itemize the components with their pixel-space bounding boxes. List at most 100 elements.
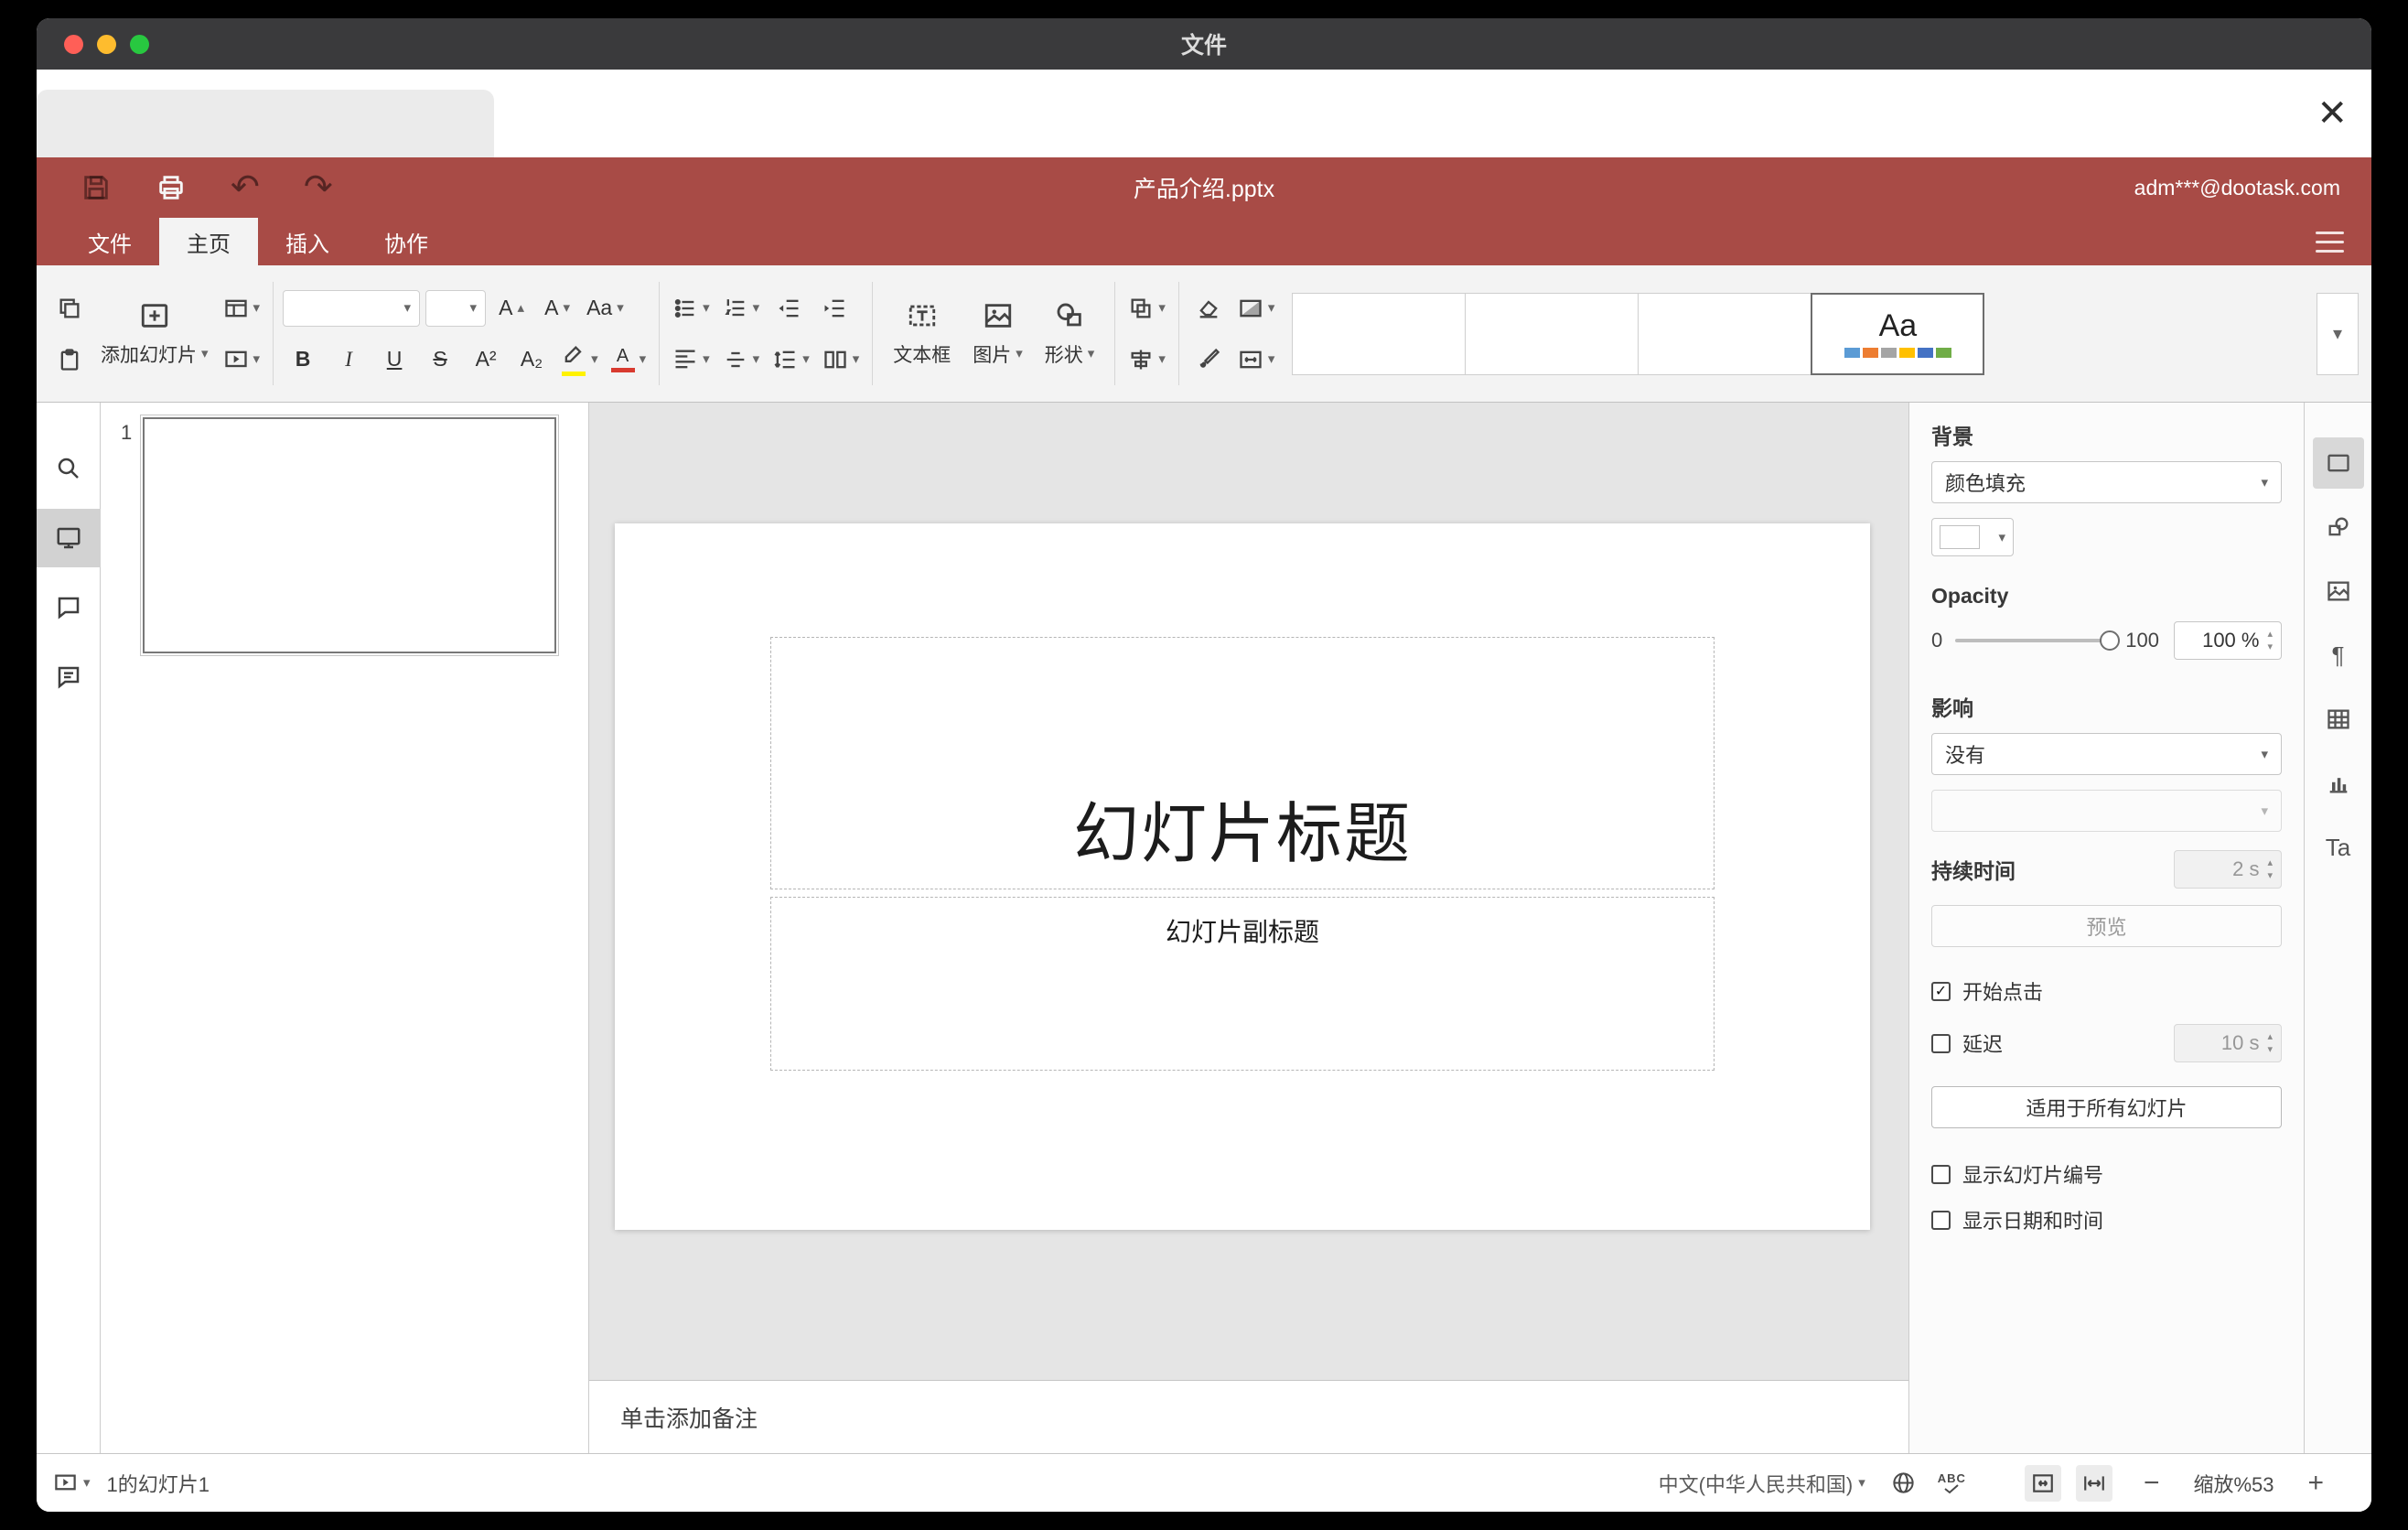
- start-on-click-checkbox[interactable]: ✓: [1931, 981, 1951, 1001]
- slide-settings-tab[interactable]: [2312, 437, 2364, 489]
- add-slide-label: 添加幻灯片: [101, 344, 197, 366]
- opacity-label: Opacity: [1931, 584, 2009, 608]
- bold-button[interactable]: B: [283, 339, 323, 381]
- increase-font-button[interactable]: A ▴: [491, 287, 532, 329]
- fit-to-slide-button[interactable]: [2024, 1464, 2061, 1502]
- slide-settings-button[interactable]: ▾: [1234, 287, 1279, 329]
- fill-type-select[interactable]: 颜色填充 ▾: [1931, 461, 2282, 503]
- fit-to-width-button[interactable]: [2075, 1464, 2112, 1502]
- chevron-down-icon: ▾: [253, 351, 261, 367]
- arrange-shape-button[interactable]: ▾: [1124, 287, 1169, 329]
- notes-area[interactable]: 单击添加备注: [589, 1380, 1908, 1453]
- strikethrough-button[interactable]: S: [420, 339, 460, 381]
- hamburger-menu-icon[interactable]: [2316, 231, 2344, 253]
- slides-panel-button[interactable]: [37, 509, 101, 567]
- close-traffic-button[interactable]: [64, 34, 83, 54]
- chevron-down-icon: ▾: [201, 346, 209, 361]
- delay-spinner[interactable]: 10 s ▴ ▾: [2174, 1024, 2282, 1062]
- superscript-button[interactable]: A²: [466, 339, 506, 381]
- decrease-font-button[interactable]: A ▾: [537, 287, 577, 329]
- highlight-color-button[interactable]: ▾: [557, 339, 602, 381]
- transition-select[interactable]: 没有 ▾: [1931, 733, 2282, 775]
- start-slideshow-button[interactable]: ▾: [220, 339, 264, 381]
- spinner-up-icon[interactable]: ▴: [2267, 629, 2273, 640]
- zoom-out-button[interactable]: −: [2144, 1469, 2160, 1497]
- redo-icon[interactable]: ↷: [304, 170, 333, 205]
- title-placeholder[interactable]: 幻灯片标题: [770, 637, 1715, 889]
- copy-style-button[interactable]: [1188, 339, 1229, 381]
- subscript-button[interactable]: A₂: [511, 339, 552, 381]
- close-icon[interactable]: ✕: [2317, 95, 2348, 132]
- zoom-traffic-button[interactable]: [130, 34, 149, 54]
- clear-style-button[interactable]: [1188, 287, 1229, 329]
- tab-collaboration[interactable]: 协作: [357, 218, 456, 265]
- paste-button[interactable]: [49, 339, 90, 381]
- table-settings-tab[interactable]: [2313, 694, 2364, 745]
- vertical-align-button[interactable]: ▾: [719, 339, 764, 381]
- set-language-button[interactable]: [1891, 1471, 1916, 1495]
- minimize-traffic-button[interactable]: [97, 34, 116, 54]
- save-button[interactable]: [81, 172, 112, 203]
- add-slide-button[interactable]: 添加幻灯片 ▾: [90, 273, 220, 394]
- opacity-slider[interactable]: [1955, 630, 2121, 651]
- zoom-in-button[interactable]: +: [2307, 1469, 2324, 1497]
- tab-insert[interactable]: 插入: [258, 218, 357, 265]
- apply-to-all-button[interactable]: 适用于所有幻灯片: [1931, 1086, 2282, 1128]
- decrease-indent-button[interactable]: [769, 287, 809, 329]
- insert-textbox-button[interactable]: 文本框: [882, 273, 962, 394]
- numbered-list-button[interactable]: ▾: [719, 287, 764, 329]
- horizontal-align-button[interactable]: ▾: [669, 339, 714, 381]
- chevron-down-icon: ▾: [1158, 351, 1166, 367]
- increase-indent-button[interactable]: [814, 287, 855, 329]
- theme-thumbnail[interactable]: [1638, 292, 1812, 375]
- language-button[interactable]: 中文(中华人民共和国) ▾: [1659, 1469, 1865, 1498]
- slide-size-button[interactable]: ▾: [1234, 339, 1279, 381]
- theme-thumbnail[interactable]: [1465, 292, 1639, 375]
- slide-thumbnail[interactable]: [140, 415, 559, 656]
- show-date-checkbox[interactable]: [1931, 1210, 1951, 1230]
- theme-thumbnail[interactable]: [1292, 292, 1467, 375]
- change-case-button[interactable]: Aa ▾: [583, 287, 628, 329]
- theme-thumbnail-selected[interactable]: Aa: [1811, 292, 1985, 375]
- comments-button[interactable]: [37, 578, 101, 637]
- spellcheck-button[interactable]: ABC: [1938, 1472, 1966, 1494]
- slide-canvas[interactable]: 幻灯片标题 幻灯片副标题: [615, 523, 1870, 1230]
- copy-button[interactable]: [49, 287, 90, 329]
- image-settings-tab[interactable]: [2313, 566, 2364, 617]
- italic-button[interactable]: I: [328, 339, 369, 381]
- print-button[interactable]: [156, 172, 187, 203]
- opacity-slider-knob[interactable]: [2100, 630, 2121, 651]
- fill-color-select[interactable]: ▾: [1931, 518, 2014, 556]
- change-layout-button[interactable]: ▾: [220, 287, 264, 329]
- chat-button[interactable]: [37, 648, 101, 706]
- insert-shape-button[interactable]: 形状 ▾: [1034, 273, 1106, 394]
- font-color-button[interactable]: A ▾: [607, 339, 650, 381]
- slide-tools-group: ▾ ▾: [220, 273, 264, 394]
- insert-image-button[interactable]: 图片 ▾: [962, 273, 1034, 394]
- shape-settings-tab[interactable]: [2313, 501, 2364, 553]
- tab-file[interactable]: 文件: [60, 218, 159, 265]
- tab-home[interactable]: 主页: [159, 218, 258, 265]
- chart-settings-tab[interactable]: [2313, 758, 2364, 809]
- transition-variant-select[interactable]: ▾: [1931, 790, 2282, 832]
- columns-button[interactable]: ▾: [819, 339, 864, 381]
- font-size-combo[interactable]: ▾: [425, 289, 487, 327]
- search-button[interactable]: [37, 439, 101, 498]
- align-shape-button[interactable]: ▾: [1124, 339, 1169, 381]
- subtitle-placeholder[interactable]: 幻灯片副标题: [770, 897, 1715, 1071]
- show-slide-number-checkbox[interactable]: [1931, 1164, 1951, 1184]
- delay-checkbox[interactable]: [1931, 1033, 1951, 1053]
- opacity-spinner[interactable]: 100 % ▴ ▾: [2174, 621, 2282, 660]
- font-name-combo[interactable]: ▾: [283, 289, 421, 327]
- undo-icon[interactable]: ↶: [231, 170, 260, 205]
- start-slideshow-status-button[interactable]: ▾: [53, 1471, 91, 1495]
- textart-settings-tab[interactable]: Ta: [2313, 822, 2364, 873]
- preview-button[interactable]: 预览: [1931, 905, 2282, 947]
- underline-button[interactable]: U: [374, 339, 414, 381]
- theme-gallery-expand-button[interactable]: ▾: [2317, 292, 2359, 375]
- line-spacing-button[interactable]: ▾: [769, 339, 813, 381]
- duration-spinner[interactable]: 2 s ▴ ▾: [2174, 850, 2282, 889]
- spinner-down-icon[interactable]: ▾: [2267, 641, 2273, 652]
- bullet-list-button[interactable]: ▾: [669, 287, 714, 329]
- paragraph-settings-tab[interactable]: ¶: [2313, 630, 2364, 681]
